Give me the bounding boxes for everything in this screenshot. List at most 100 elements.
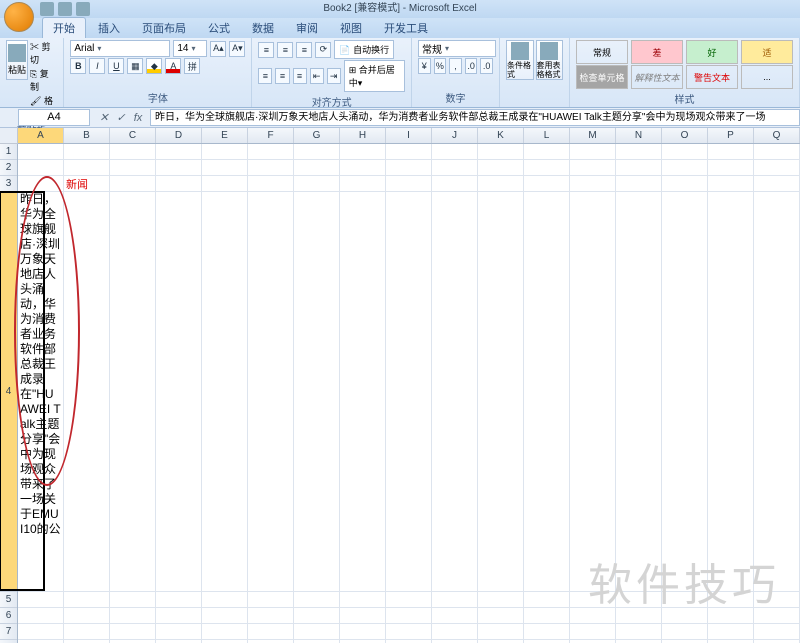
enter-formula-icon[interactable]: ✓ bbox=[113, 110, 129, 126]
tab-data[interactable]: 数据 bbox=[242, 18, 284, 38]
decrease-decimal-icon[interactable]: .0 bbox=[480, 58, 493, 74]
cell-A7[interactable] bbox=[18, 624, 64, 640]
cell-J4[interactable] bbox=[432, 192, 478, 592]
cell-O2[interactable] bbox=[662, 160, 708, 176]
cell-D5[interactable] bbox=[156, 592, 202, 608]
style-check[interactable]: 检查单元格 bbox=[576, 65, 628, 89]
cell-H4[interactable] bbox=[340, 192, 386, 592]
cell-L2[interactable] bbox=[524, 160, 570, 176]
col-header-D[interactable]: D bbox=[156, 128, 202, 143]
cell-F5[interactable] bbox=[248, 592, 294, 608]
col-header-I[interactable]: I bbox=[386, 128, 432, 143]
cell-E3[interactable] bbox=[202, 176, 248, 192]
style-explain[interactable]: 解释性文本 bbox=[631, 65, 683, 89]
increase-decimal-icon[interactable]: .0 bbox=[465, 58, 478, 74]
cell-B1[interactable] bbox=[64, 144, 110, 160]
cell-I3[interactable] bbox=[386, 176, 432, 192]
cell-Q4[interactable] bbox=[754, 192, 800, 592]
percent-icon[interactable]: % bbox=[434, 58, 447, 74]
cell-L5[interactable] bbox=[524, 592, 570, 608]
align-right-icon[interactable]: ≡ bbox=[293, 68, 307, 84]
cell-L6[interactable] bbox=[524, 608, 570, 624]
cell-C3[interactable] bbox=[110, 176, 156, 192]
cell-M2[interactable] bbox=[570, 160, 616, 176]
cell-K1[interactable] bbox=[478, 144, 524, 160]
row-header-3[interactable]: 3 bbox=[0, 176, 17, 192]
cell-C5[interactable] bbox=[110, 592, 156, 608]
cell-F7[interactable] bbox=[248, 624, 294, 640]
tab-view[interactable]: 视图 bbox=[330, 18, 372, 38]
cell-N4[interactable] bbox=[616, 192, 662, 592]
tab-layout[interactable]: 页面布局 bbox=[132, 18, 196, 38]
cell-N6[interactable] bbox=[616, 608, 662, 624]
cell-A1[interactable] bbox=[18, 144, 64, 160]
row-header-5[interactable]: 5 bbox=[0, 592, 17, 608]
cell-F3[interactable] bbox=[248, 176, 294, 192]
cell-L1[interactable] bbox=[524, 144, 570, 160]
cell-K3[interactable] bbox=[478, 176, 524, 192]
tab-formulas[interactable]: 公式 bbox=[198, 18, 240, 38]
indent-dec-icon[interactable]: ⇤ bbox=[310, 68, 324, 84]
cell-P2[interactable] bbox=[708, 160, 754, 176]
cell-I6[interactable] bbox=[386, 608, 432, 624]
fill-color-button[interactable]: ◆ bbox=[146, 58, 162, 74]
cancel-formula-icon[interactable]: ✕ bbox=[96, 110, 112, 126]
copy-button[interactable]: ⎘ 复制 bbox=[30, 67, 57, 93]
number-format-select[interactable]: 常规 bbox=[418, 40, 496, 57]
bold-button[interactable]: B bbox=[70, 58, 86, 74]
select-all-corner[interactable] bbox=[0, 128, 18, 144]
cell-D6[interactable] bbox=[156, 608, 202, 624]
tab-developer[interactable]: 开发工具 bbox=[374, 18, 438, 38]
cell-H1[interactable] bbox=[340, 144, 386, 160]
cell-P5[interactable] bbox=[708, 592, 754, 608]
cell-E6[interactable] bbox=[202, 608, 248, 624]
cell-P4[interactable] bbox=[708, 192, 754, 592]
cell-L4[interactable] bbox=[524, 192, 570, 592]
cell-Q1[interactable] bbox=[754, 144, 800, 160]
paste-button[interactable]: 粘贴 bbox=[6, 40, 28, 80]
cell-I4[interactable] bbox=[386, 192, 432, 592]
font-name-select[interactable]: Arial bbox=[70, 40, 170, 57]
cell-B6[interactable] bbox=[64, 608, 110, 624]
cell-D4[interactable] bbox=[156, 192, 202, 592]
cell-P7[interactable] bbox=[708, 624, 754, 640]
row-header-7[interactable]: 7 bbox=[0, 624, 17, 640]
style-normal[interactable]: 常规 bbox=[576, 40, 628, 64]
cell-G1[interactable] bbox=[294, 144, 340, 160]
cell-E7[interactable] bbox=[202, 624, 248, 640]
align-bottom-icon[interactable]: ≡ bbox=[296, 42, 312, 58]
comma-icon[interactable]: , bbox=[449, 58, 462, 74]
style-good[interactable]: 好 bbox=[686, 40, 738, 64]
col-header-F[interactable]: F bbox=[248, 128, 294, 143]
cell-P3[interactable] bbox=[708, 176, 754, 192]
decrease-font-icon[interactable]: A▾ bbox=[229, 41, 245, 57]
col-header-M[interactable]: M bbox=[570, 128, 616, 143]
col-header-H[interactable]: H bbox=[340, 128, 386, 143]
cell-G5[interactable] bbox=[294, 592, 340, 608]
currency-icon[interactable]: ¥ bbox=[418, 58, 431, 74]
cell-G2[interactable] bbox=[294, 160, 340, 176]
conditional-format-button[interactable]: 条件格式 bbox=[506, 40, 534, 80]
row-header-2[interactable]: 2 bbox=[0, 160, 17, 176]
cell-O5[interactable] bbox=[662, 592, 708, 608]
cell-L7[interactable] bbox=[524, 624, 570, 640]
phonetic-button[interactable]: 拼 bbox=[184, 58, 200, 74]
cell-N1[interactable] bbox=[616, 144, 662, 160]
cell-E5[interactable] bbox=[202, 592, 248, 608]
spreadsheet-grid[interactable]: ABCDEFGHIJKLMNOPQ 123456789101112 新闻昨日，华… bbox=[0, 128, 800, 643]
cell-H7[interactable] bbox=[340, 624, 386, 640]
cell-E4[interactable] bbox=[202, 192, 248, 592]
cell-O1[interactable] bbox=[662, 144, 708, 160]
col-header-E[interactable]: E bbox=[202, 128, 248, 143]
cell-M4[interactable] bbox=[570, 192, 616, 592]
cell-I5[interactable] bbox=[386, 592, 432, 608]
cells-area[interactable]: 新闻昨日，华为全球旗舰店·深圳万象天地店人头涌动，华为消费者业务软件部总裁王成录… bbox=[18, 144, 800, 643]
cell-A2[interactable] bbox=[18, 160, 64, 176]
cell-E1[interactable] bbox=[202, 144, 248, 160]
cell-G7[interactable] bbox=[294, 624, 340, 640]
cell-H6[interactable] bbox=[340, 608, 386, 624]
cell-M5[interactable] bbox=[570, 592, 616, 608]
row-header-1[interactable]: 1 bbox=[0, 144, 17, 160]
office-button[interactable] bbox=[4, 2, 34, 32]
col-header-N[interactable]: N bbox=[616, 128, 662, 143]
